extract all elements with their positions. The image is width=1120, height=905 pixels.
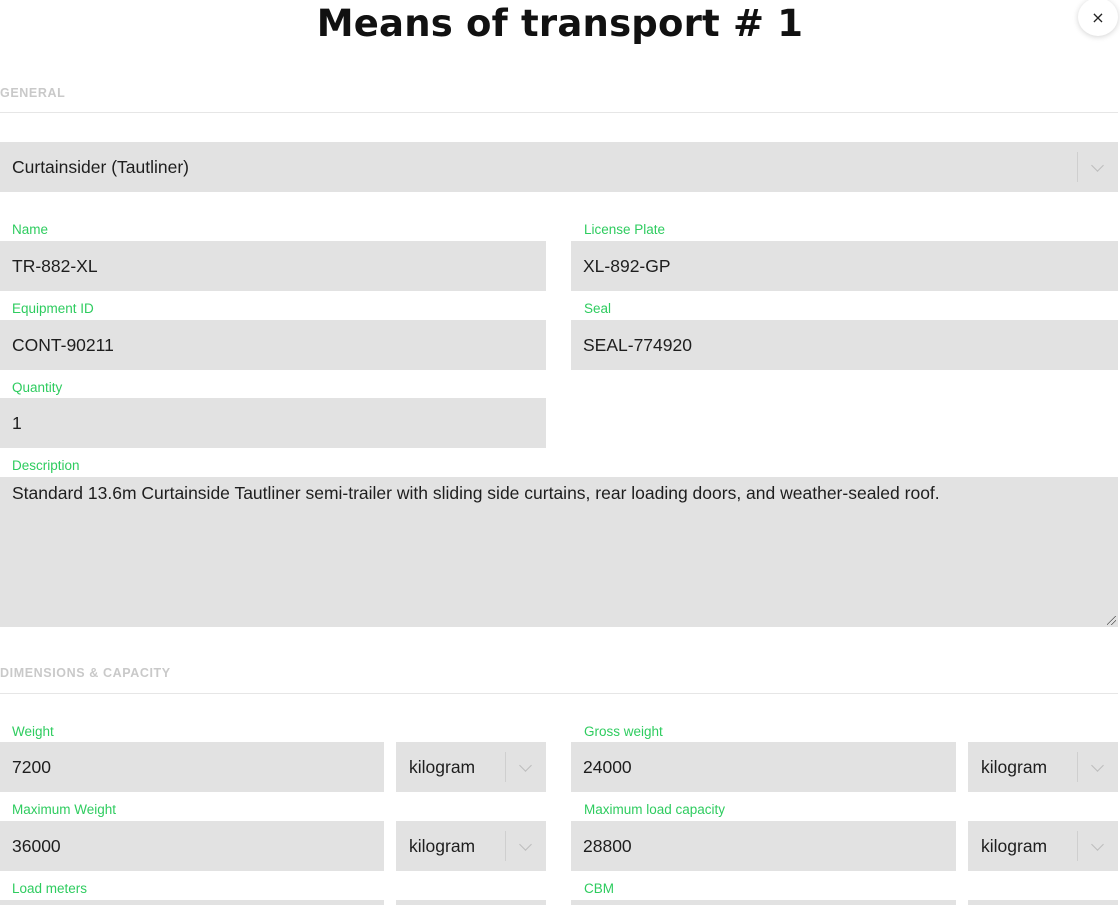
load-meters-input[interactable]: [0, 900, 384, 905]
cbm-unit-select[interactable]: [968, 900, 1118, 905]
dialog-title: Means of transport # 1: [316, 2, 804, 45]
maximum-load-capacity-value: 28800: [583, 835, 632, 856]
weight-unit-value: kilogram: [409, 756, 476, 777]
description-label: Description: [12, 458, 80, 473]
name-value: TR-882-XL: [12, 255, 98, 276]
equipment-id-label: Equipment ID: [12, 301, 94, 316]
select-separator: [1077, 152, 1078, 182]
weight-input[interactable]: 7200: [0, 742, 384, 792]
license-plate-input[interactable]: XL-892-GP: [571, 241, 1118, 291]
section-title-general: GENERAL: [0, 86, 66, 100]
description-textarea[interactable]: Standard 13.6m Curtainside Tautliner sem…: [0, 477, 1118, 627]
name-label: Name: [12, 222, 49, 237]
chevron-down-icon: [519, 759, 532, 772]
description-value: Standard 13.6m Curtainside Tautliner sem…: [12, 483, 940, 503]
section-divider: [0, 112, 1118, 113]
seal-value: SEAL-774920: [583, 334, 692, 355]
maximum-weight-value: 36000: [12, 835, 61, 856]
equipment-id-input[interactable]: CONT-90211: [0, 320, 546, 370]
weight-unit-select[interactable]: kilogram: [396, 742, 546, 792]
chevron-down-icon: [1091, 159, 1104, 172]
section-title-dimensions: DIMENSIONS & CAPACITY: [0, 666, 171, 680]
chevron-down-icon: [1091, 759, 1104, 772]
select-separator: [505, 752, 506, 782]
transport-type-value: Curtainsider (Tautliner): [12, 156, 190, 177]
weight-label: Weight: [12, 724, 54, 739]
maximum-load-capacity-unit-value: kilogram: [981, 835, 1048, 856]
cbm-label: CBM: [584, 881, 614, 896]
chevron-down-icon: [1091, 838, 1104, 851]
maximum-load-capacity-label: Maximum load capacity: [584, 802, 726, 817]
chevron-down-icon: [519, 838, 532, 851]
equipment-id-value: CONT-90211: [12, 334, 114, 355]
transport-type-select[interactable]: Curtainsider (Tautliner): [0, 142, 1118, 192]
maximum-load-capacity-unit-select[interactable]: kilogram: [968, 821, 1118, 871]
weight-value: 7200: [12, 756, 51, 777]
gross-weight-label: Gross weight: [584, 724, 663, 739]
maximum-weight-unit-select[interactable]: kilogram: [396, 821, 546, 871]
load-meters-label: Load meters: [12, 881, 88, 896]
close-icon: ×: [1091, 7, 1105, 27]
quantity-value: 1: [12, 412, 22, 433]
select-separator: [505, 831, 506, 861]
seal-label: Seal: [584, 301, 612, 316]
select-separator: [1077, 831, 1078, 861]
maximum-weight-label: Maximum Weight: [12, 802, 117, 817]
name-input[interactable]: TR-882-XL: [0, 241, 546, 291]
select-separator: [1077, 752, 1078, 782]
gross-weight-value: 24000: [583, 756, 632, 777]
gross-weight-unit-select[interactable]: kilogram: [968, 742, 1118, 792]
quantity-label: Quantity: [12, 380, 63, 395]
gross-weight-unit-value: kilogram: [981, 756, 1048, 777]
quantity-input[interactable]: 1: [0, 398, 546, 448]
maximum-weight-input[interactable]: 36000: [0, 821, 384, 871]
maximum-weight-unit-value: kilogram: [409, 835, 476, 856]
license-plate-label: License Plate: [584, 222, 666, 237]
section-divider: [0, 693, 1118, 694]
seal-input[interactable]: SEAL-774920: [571, 320, 1118, 370]
resize-handle-icon[interactable]: [1107, 616, 1116, 625]
gross-weight-input[interactable]: 24000: [571, 742, 956, 792]
cbm-input[interactable]: [571, 900, 956, 905]
license-plate-value: XL-892-GP: [583, 255, 671, 276]
load-meters-unit-select[interactable]: [396, 900, 546, 905]
maximum-load-capacity-input[interactable]: 28800: [571, 821, 956, 871]
